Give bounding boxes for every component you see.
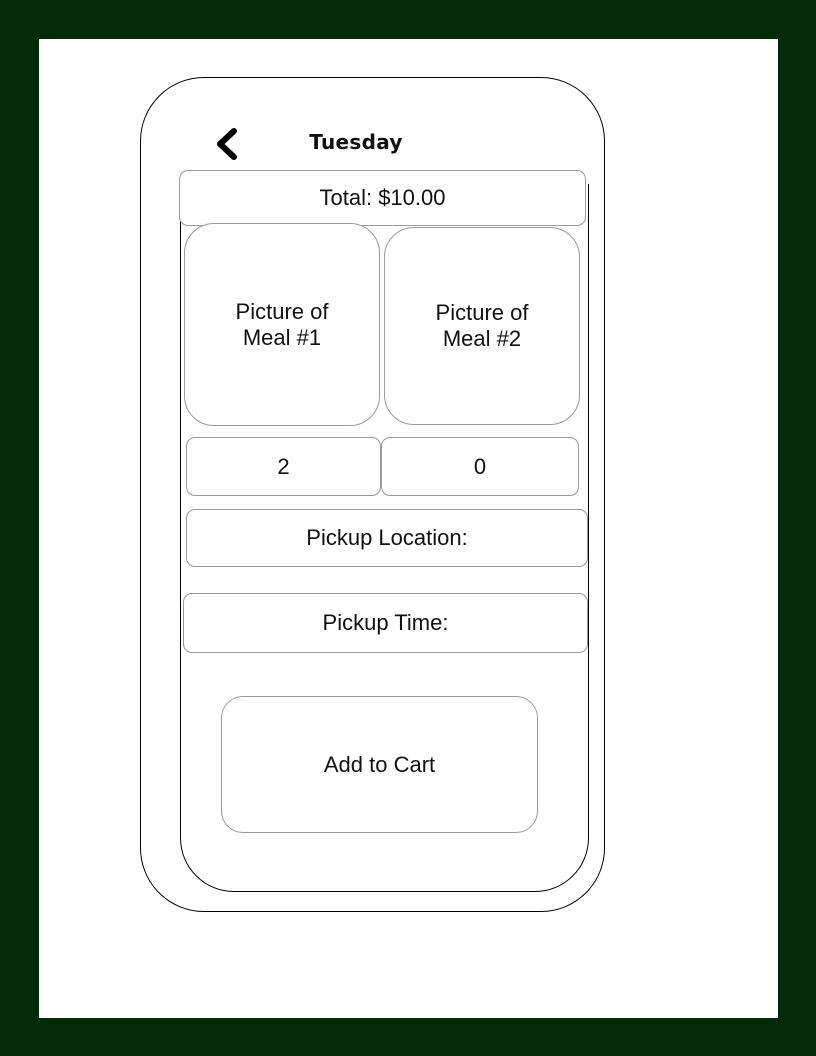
meal-1-quantity-field[interactable]: 2 [186, 437, 381, 496]
add-to-cart-button[interactable]: Add to Cart [221, 696, 538, 833]
meal-1-picture-label: Picture of Meal #1 [235, 298, 329, 350]
pickup-time-field[interactable]: Pickup Time: [183, 593, 588, 653]
chevron-left-icon [217, 128, 237, 160]
order-total: Total: $10.00 [179, 170, 586, 226]
meal-2-picture[interactable]: Picture of Meal #2 [384, 227, 580, 425]
page-title: Tuesday [309, 130, 403, 154]
meal-1-picture[interactable]: Picture of Meal #1 [184, 223, 380, 426]
meal-2-quantity-field[interactable]: 0 [381, 437, 579, 496]
back-button[interactable] [210, 127, 244, 161]
meal-2-picture-label: Picture of Meal #2 [435, 300, 529, 351]
pickup-location-field[interactable]: Pickup Location: [186, 509, 588, 567]
